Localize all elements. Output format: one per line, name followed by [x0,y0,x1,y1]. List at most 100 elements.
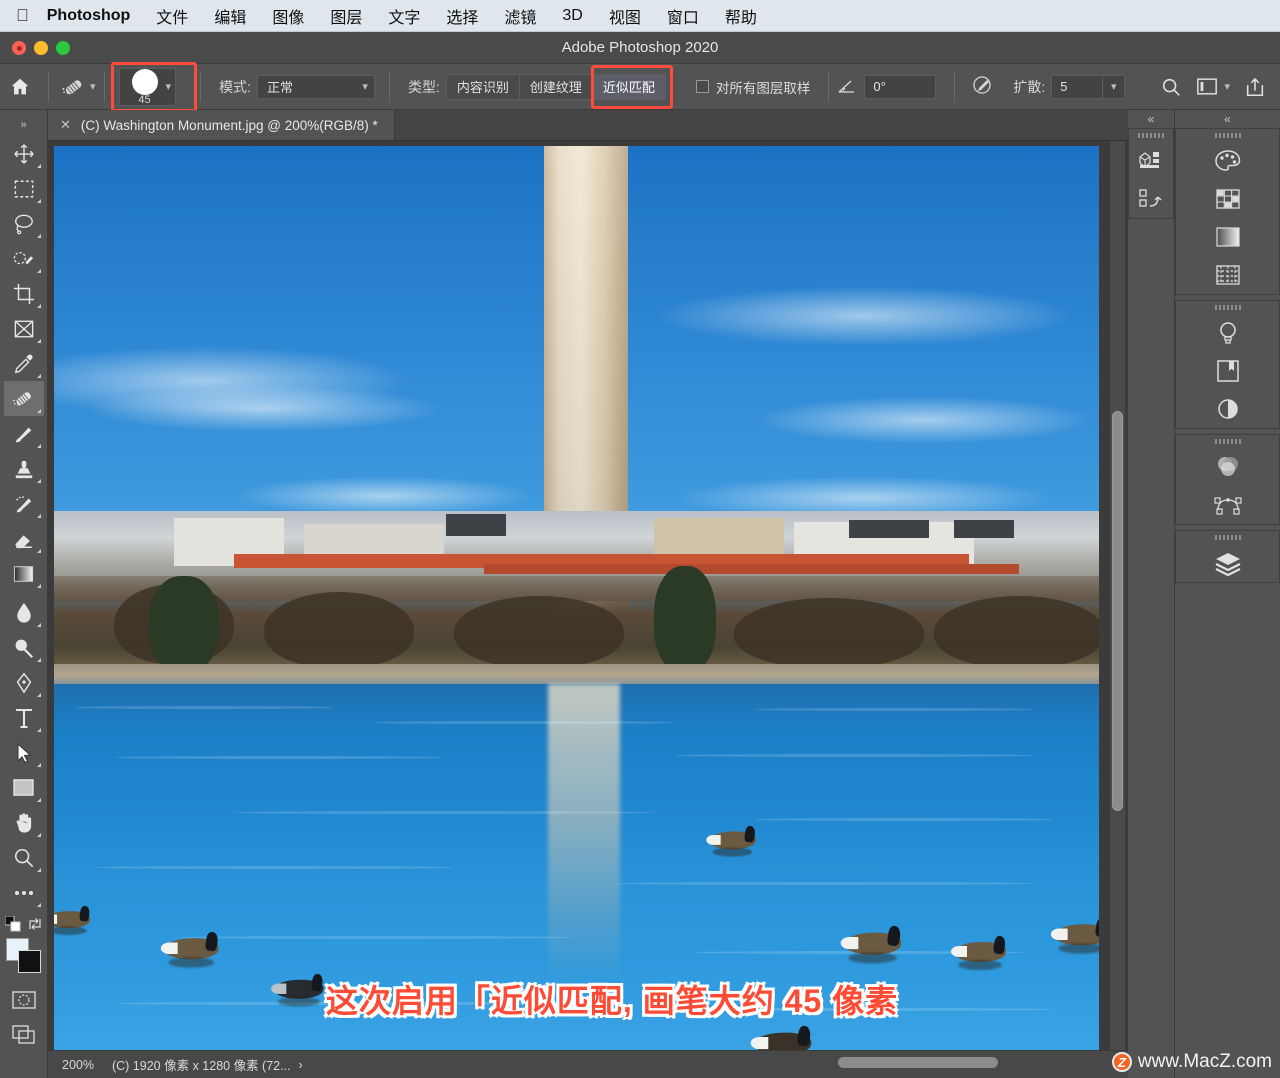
minimize-window-button[interactable] [34,41,48,55]
share-icon[interactable] [1244,76,1266,98]
menu-item-photoshop[interactable]: Photoshop [47,7,144,25]
quick-mask-icon[interactable] [4,982,44,1017]
type-button-create-texture[interactable]: 创建纹理 [518,73,592,100]
rectangular-marquee-tool[interactable] [4,171,44,206]
blur-tool[interactable] [4,595,44,630]
document-image[interactable] [54,146,1099,1050]
tree [934,596,1099,668]
collapse-panel-icon[interactable]: « [1128,110,1174,128]
eyedropper-tool[interactable] [4,346,44,381]
pressure-toggle-icon[interactable] [971,72,995,101]
menu-item-file[interactable]: 文件 [143,4,201,28]
frame-tool[interactable] [4,311,44,346]
type-tool[interactable] [4,700,44,735]
home-icon[interactable] [0,64,40,110]
menu-item-layer[interactable]: 图层 [317,4,375,28]
vertical-scrollbar-thumb[interactable] [1112,411,1123,811]
crop-tool[interactable] [4,276,44,311]
menu-item-image[interactable]: 图像 [259,4,317,28]
cloud [754,396,1094,444]
swatches-panel-icon[interactable] [1176,180,1279,218]
layers-panel-icon[interactable] [1176,544,1279,582]
zoom-level[interactable]: 200% [48,1058,104,1072]
adjustments-panel-icon[interactable] [1176,314,1279,352]
panel-gripper[interactable] [1176,531,1279,544]
document-info[interactable]: (C) 1920 像素 x 1280 像素 (72... › [104,1055,311,1074]
menu-item-help[interactable]: 帮助 [712,4,770,28]
diffusion-control[interactable]: 5 ▾ [1051,74,1126,99]
sample-all-layers-checkbox[interactable]: 对所有图层取样 [695,77,810,97]
menu-item-3d[interactable]: 3D [549,7,595,25]
chevron-down-icon[interactable]: ▾ [90,80,96,93]
libraries-panel-icon[interactable] [1176,352,1279,390]
angle-control[interactable]: 0° [837,74,937,99]
swap-colors-icon[interactable] [27,916,43,932]
panel-gripper[interactable] [1176,435,1279,448]
patterns-panel-icon[interactable] [1176,256,1279,294]
screen-mode-icon[interactable] [4,1017,44,1052]
collapse-panel-icon[interactable]: « [1175,110,1280,128]
menu-item-filter[interactable]: 滤镜 [491,4,549,28]
pen-tool[interactable] [4,665,44,700]
type-button-content-aware[interactable]: 内容识别 [445,73,519,100]
horizontal-scrollbar-thumb[interactable] [838,1057,998,1068]
canvas-area[interactable] [48,141,1128,1050]
panel-gripper[interactable] [1176,301,1279,314]
blend-mode-select[interactable]: 正常 ▾ [256,74,375,99]
menu-item-type[interactable]: 文字 [375,4,433,28]
spot-healing-brush-tool[interactable] [3,381,44,416]
menu-item-select[interactable]: 选择 [433,4,491,28]
panel-group-3d [1128,128,1174,219]
active-tool-preset[interactable]: ▾ [61,75,96,99]
workspace-switcher[interactable]: ▾ [1196,77,1230,96]
angle-field[interactable]: 0° [864,74,937,99]
diffusion-field[interactable]: 5 [1051,74,1104,99]
color-swatches[interactable] [4,936,44,978]
cloud [654,286,1074,346]
paths-panel-icon[interactable] [1176,486,1279,524]
rectangle-tool[interactable] [4,770,44,805]
hand-tool[interactable] [4,805,44,840]
document-tab[interactable]: ✕ (C) Washington Monument.jpg @ 200%(RGB… [48,110,395,140]
brush-picker[interactable]: 45 ▾ [110,61,197,112]
eraser-tool[interactable] [4,521,44,556]
menu-item-view[interactable]: 视图 [596,4,654,28]
lasso-tool[interactable] [4,206,44,241]
checkbox-box [695,80,709,93]
3d-panel-icon[interactable] [1129,142,1173,180]
panel-gripper[interactable] [1129,129,1173,142]
panel-gripper[interactable] [1176,129,1279,142]
default-colors-icon[interactable] [4,916,21,932]
move-tool[interactable] [4,136,44,171]
menu-item-window[interactable]: 窗口 [654,4,712,28]
chevron-right-icon[interactable]: › [299,1058,303,1072]
close-window-button[interactable] [12,41,26,55]
object-selection-tool[interactable] [4,241,44,276]
gradients-panel-icon[interactable] [1176,218,1279,256]
right-panels: « « [1128,110,1280,1078]
clone-stamp-tool[interactable] [4,451,44,486]
brush-tool[interactable] [4,416,44,451]
dodge-tool[interactable] [4,630,44,665]
search-icon[interactable] [1160,76,1182,98]
apple-logo-icon[interactable]:  [16,7,29,24]
history-brush-tool[interactable] [4,486,44,521]
chevron-down-icon[interactable]: ▾ [1103,74,1126,99]
type-button-proximity-match[interactable]: 近似匹配 [591,73,666,100]
chevron-down-icon[interactable]: ▾ [1224,80,1230,93]
tree [734,598,924,668]
menu-item-edit[interactable]: 编辑 [201,4,259,28]
edit-toolbar-icon[interactable] [4,875,44,910]
gradient-tool[interactable] [4,556,44,591]
collapse-tools-icon[interactable]: » [4,114,44,136]
close-icon[interactable]: ✕ [60,117,71,133]
3d-mesh-panel-icon[interactable] [1129,180,1173,218]
background-color-swatch[interactable] [17,950,41,973]
chevron-down-icon[interactable]: ▾ [166,80,172,93]
zoom-tool[interactable] [4,840,44,875]
channels-panel-icon[interactable] [1176,448,1279,486]
color-panel-icon[interactable] [1176,142,1279,180]
styles-panel-icon[interactable] [1176,390,1279,428]
zoom-window-button[interactable] [56,41,70,55]
path-selection-tool[interactable] [4,735,44,770]
